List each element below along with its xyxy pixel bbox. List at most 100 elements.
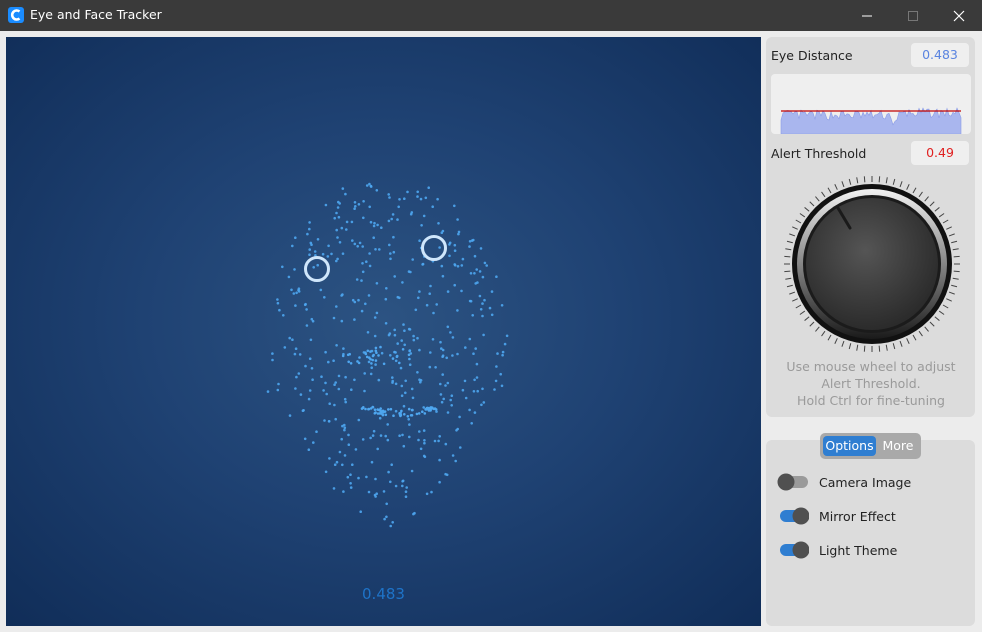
landmark-point — [372, 236, 376, 239]
landmark-point — [295, 375, 298, 379]
landmark-point — [386, 423, 390, 426]
landmark-point — [353, 318, 356, 321]
landmark-point — [485, 264, 489, 267]
landmark-point — [418, 348, 421, 352]
light-theme-toggle[interactable] — [777, 539, 809, 561]
landmark-point — [469, 272, 473, 275]
landmark-point — [373, 408, 377, 412]
landmark-point — [379, 410, 383, 413]
landmark-point — [441, 229, 445, 233]
maximize-icon — [908, 10, 918, 21]
landmark-point — [342, 490, 345, 493]
landmark-point — [333, 216, 337, 220]
landmark-point — [304, 302, 307, 306]
landmark-point — [357, 361, 361, 365]
landmark-point — [400, 339, 404, 342]
landmark-point — [384, 322, 388, 325]
knob-tick — [906, 338, 910, 344]
landmark-point — [483, 261, 487, 265]
landmark-point — [418, 239, 421, 242]
landmark-point — [363, 372, 367, 375]
landmark-point — [468, 408, 471, 412]
landmark-point — [343, 454, 347, 457]
landmark-point — [379, 434, 383, 437]
landmark-point — [384, 434, 388, 438]
landmark-point — [418, 290, 421, 293]
landmark-point — [474, 347, 478, 350]
landmark-point — [404, 490, 408, 494]
threshold-knob[interactable] — [780, 172, 964, 356]
landmark-point — [305, 308, 308, 311]
landmark-point — [291, 338, 294, 342]
landmark-point — [367, 360, 371, 364]
landmark-point — [388, 196, 391, 199]
landmark-point — [420, 224, 423, 227]
landmark-point — [335, 228, 339, 232]
landmark-point — [333, 463, 337, 467]
landmark-point — [438, 435, 442, 438]
landmark-point — [372, 429, 376, 433]
landmark-point — [350, 388, 353, 392]
landmark-point — [378, 416, 382, 420]
landmark-point — [437, 439, 440, 443]
landmark-point — [398, 198, 401, 201]
landmark-point — [382, 490, 386, 493]
landmark-point — [412, 334, 415, 338]
minimize-button[interactable] — [844, 0, 890, 31]
landmark-point — [408, 363, 412, 367]
title-bar[interactable]: Eye and Face Tracker — [0, 0, 982, 31]
landmark-point — [434, 366, 437, 369]
light-theme-label: Light Theme — [819, 543, 898, 558]
knob-tick — [815, 326, 820, 332]
landmark-point — [372, 224, 376, 228]
landmark-point — [431, 205, 435, 208]
landmark-point — [341, 354, 345, 358]
landmark-point — [353, 207, 356, 210]
knob-tick — [946, 226, 952, 230]
tab-more[interactable]: More — [878, 436, 918, 456]
knob-tick — [841, 340, 845, 347]
knob-tick — [951, 284, 958, 288]
landmark-point — [276, 301, 280, 305]
landmark-point — [383, 517, 386, 521]
landmark-point — [480, 403, 483, 407]
landmark-point — [332, 487, 336, 490]
knob-tick — [785, 277, 792, 280]
landmark-point — [365, 475, 368, 479]
landmark-point — [402, 323, 405, 326]
knob-tick — [924, 196, 929, 202]
landmark-point — [450, 394, 454, 398]
landmark-point — [373, 334, 377, 338]
landmark-point — [387, 193, 391, 196]
camera-image-toggle[interactable] — [777, 471, 809, 493]
landmark-point — [383, 410, 387, 413]
landmark-point — [453, 263, 457, 266]
landmark-point — [326, 255, 330, 258]
landmark-point — [347, 443, 351, 447]
landmark-point — [401, 281, 404, 284]
landmark-point — [401, 484, 404, 488]
mirror-effect-toggle[interactable] — [777, 505, 809, 527]
landmark-point — [335, 344, 338, 347]
close-button[interactable] — [936, 0, 982, 31]
landmark-point — [476, 281, 479, 284]
landmark-point — [297, 372, 301, 375]
knob-tick — [786, 284, 793, 288]
landmark-point — [404, 391, 407, 395]
landmark-point — [342, 347, 345, 350]
landmark-point — [325, 392, 329, 396]
landmark-point — [387, 219, 391, 223]
landmark-point — [392, 235, 395, 239]
landmark-point — [421, 410, 424, 414]
landmark-point — [422, 454, 426, 458]
landmark-point — [349, 362, 353, 365]
right-eye-marker — [421, 235, 447, 261]
landmark-point — [419, 447, 423, 451]
landmark-point — [444, 384, 447, 387]
landmark-point — [361, 270, 365, 274]
landmark-point — [403, 329, 406, 333]
landmark-point — [429, 406, 433, 409]
tab-options[interactable]: Options — [823, 436, 876, 456]
maximize-button[interactable] — [890, 0, 936, 31]
landmark-point — [304, 364, 307, 368]
